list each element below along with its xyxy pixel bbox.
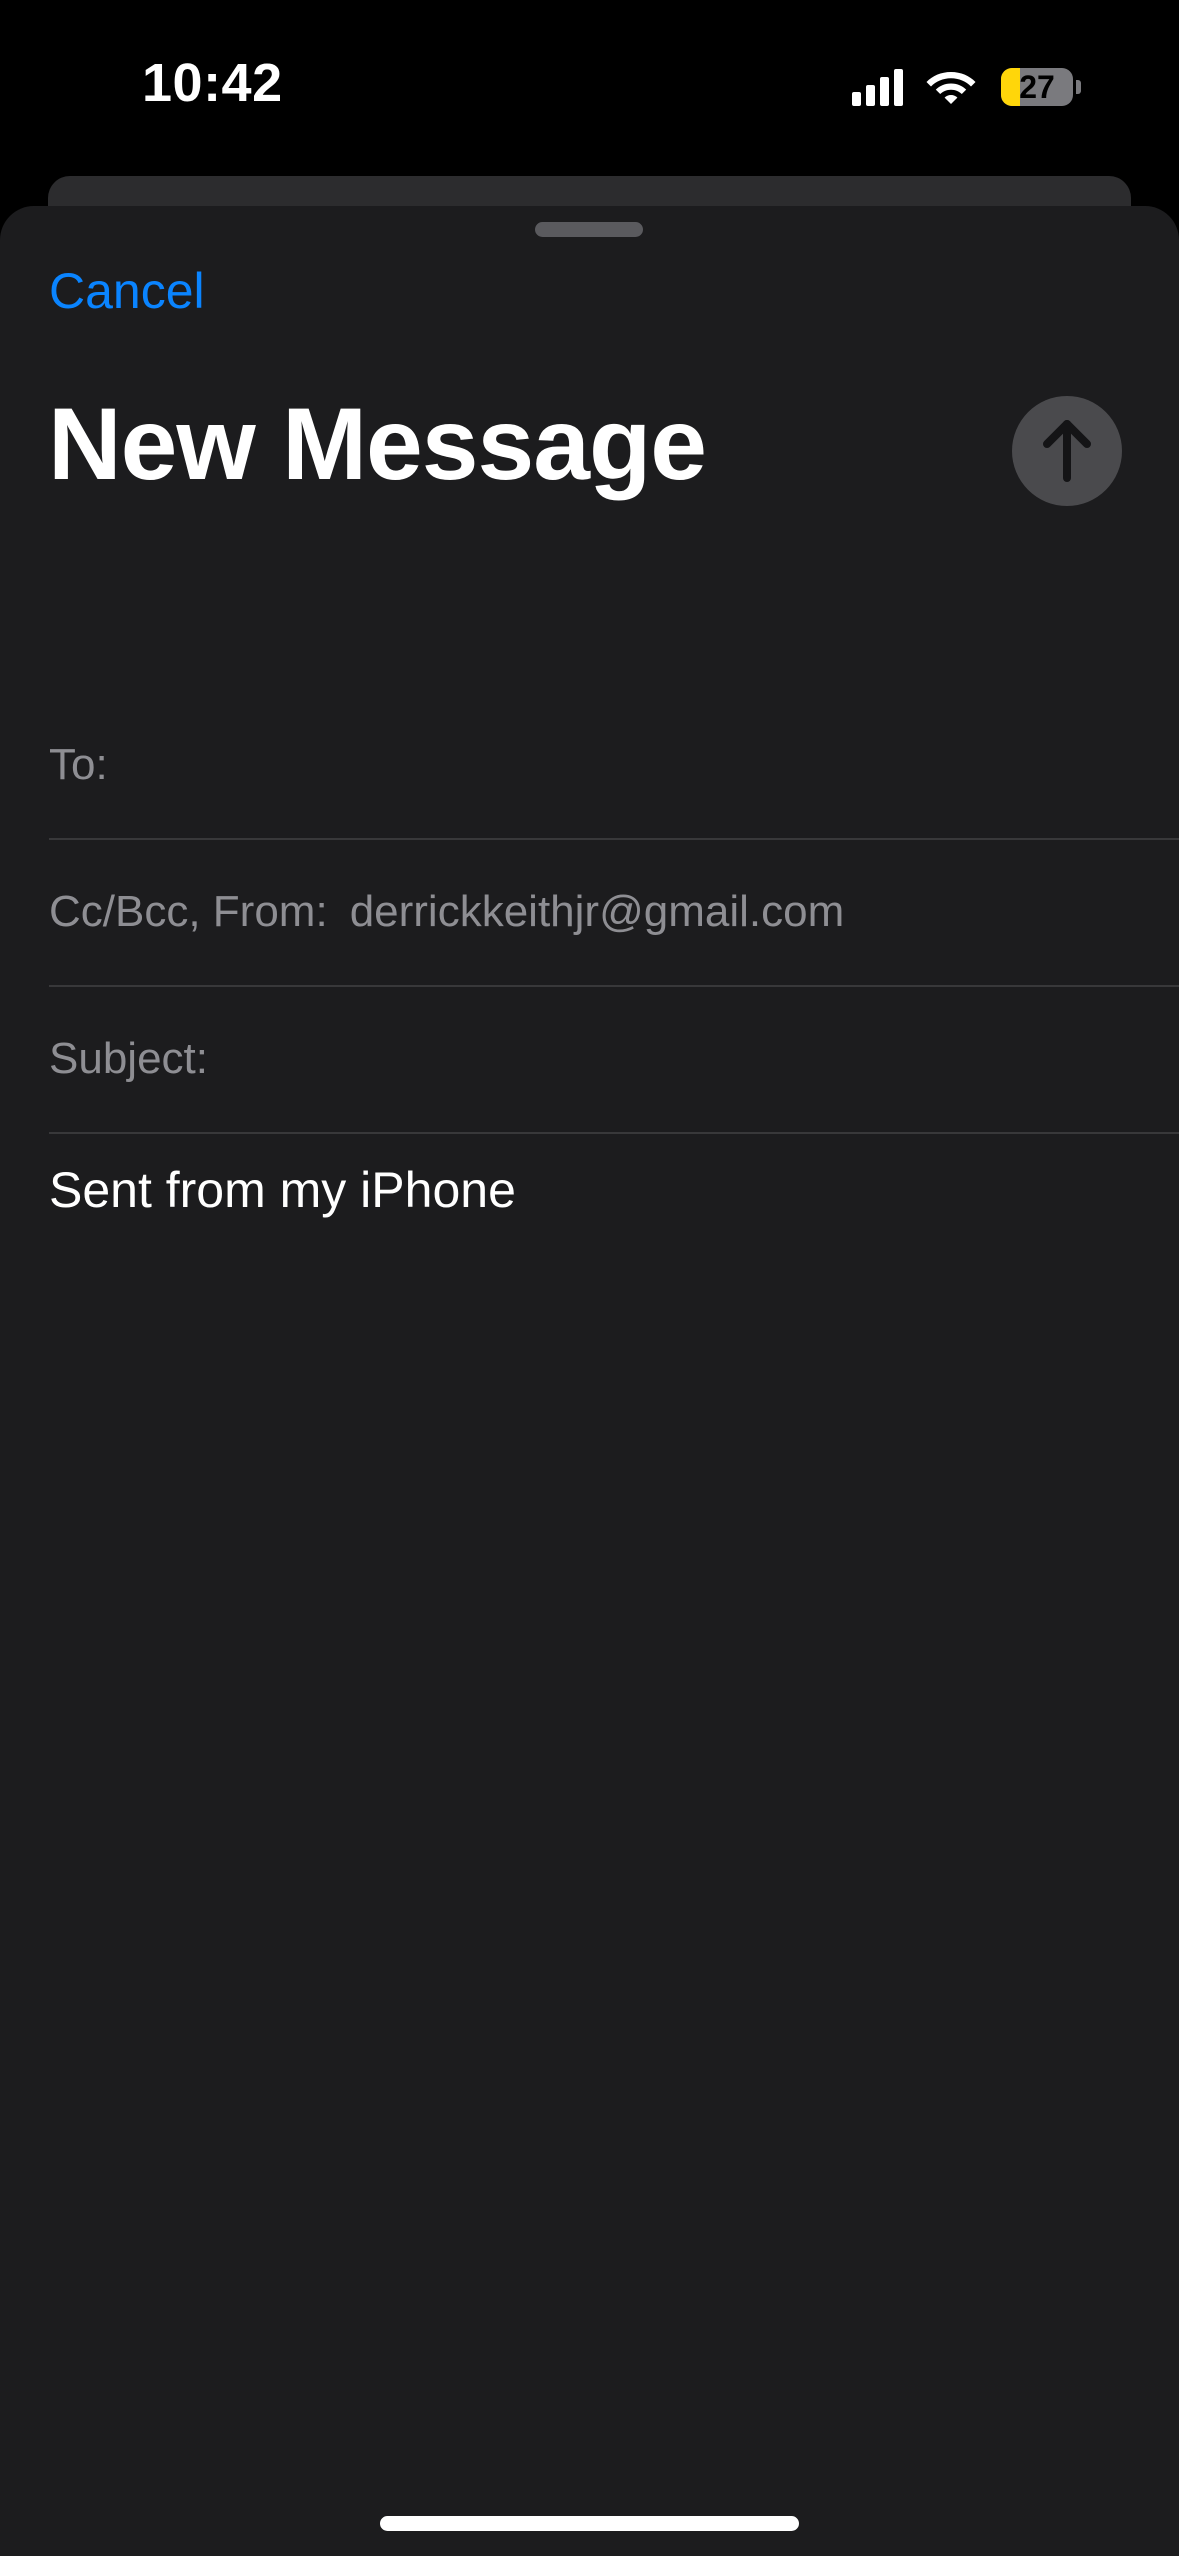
wifi-icon (926, 72, 976, 104)
cellular-signal-icon (852, 68, 903, 106)
subject-field-row[interactable]: Subject: (49, 986, 1179, 1134)
signature-text[interactable]: Sent from my iPhone (49, 1161, 1129, 1219)
status-bar: 10:42 27 (0, 0, 1179, 175)
to-field-row[interactable]: To: (49, 692, 1179, 840)
status-icons: 27 (852, 62, 1081, 112)
ccbcc-from-field-row[interactable]: Cc/Bcc, From: derrickkeithjr@gmail.com (49, 839, 1179, 987)
battery-cap (1076, 80, 1081, 94)
home-indicator[interactable] (380, 2516, 799, 2531)
status-time: 10:42 (142, 53, 283, 113)
subject-input[interactable] (220, 986, 1179, 1132)
sheet-grabber[interactable] (535, 222, 643, 237)
to-label: To: (49, 740, 108, 789)
compose-sheet: Cancel New Message To: Cc/Bcc, From: der… (0, 206, 1179, 2556)
to-input[interactable] (120, 692, 1179, 838)
arrow-up-icon (1043, 420, 1091, 482)
message-body[interactable]: Sent from my iPhone (49, 1161, 1129, 2361)
subject-label: Subject: (49, 1034, 208, 1083)
page-title: New Message (48, 387, 707, 501)
ccbcc-from-label: Cc/Bcc, From: (49, 887, 328, 936)
battery-icon: 27 (1001, 68, 1073, 106)
from-address[interactable]: derrickkeithjr@gmail.com (350, 887, 845, 937)
battery-level-text: 27 (1019, 68, 1055, 105)
cancel-button[interactable]: Cancel (49, 262, 205, 320)
send-button[interactable] (1012, 396, 1122, 506)
